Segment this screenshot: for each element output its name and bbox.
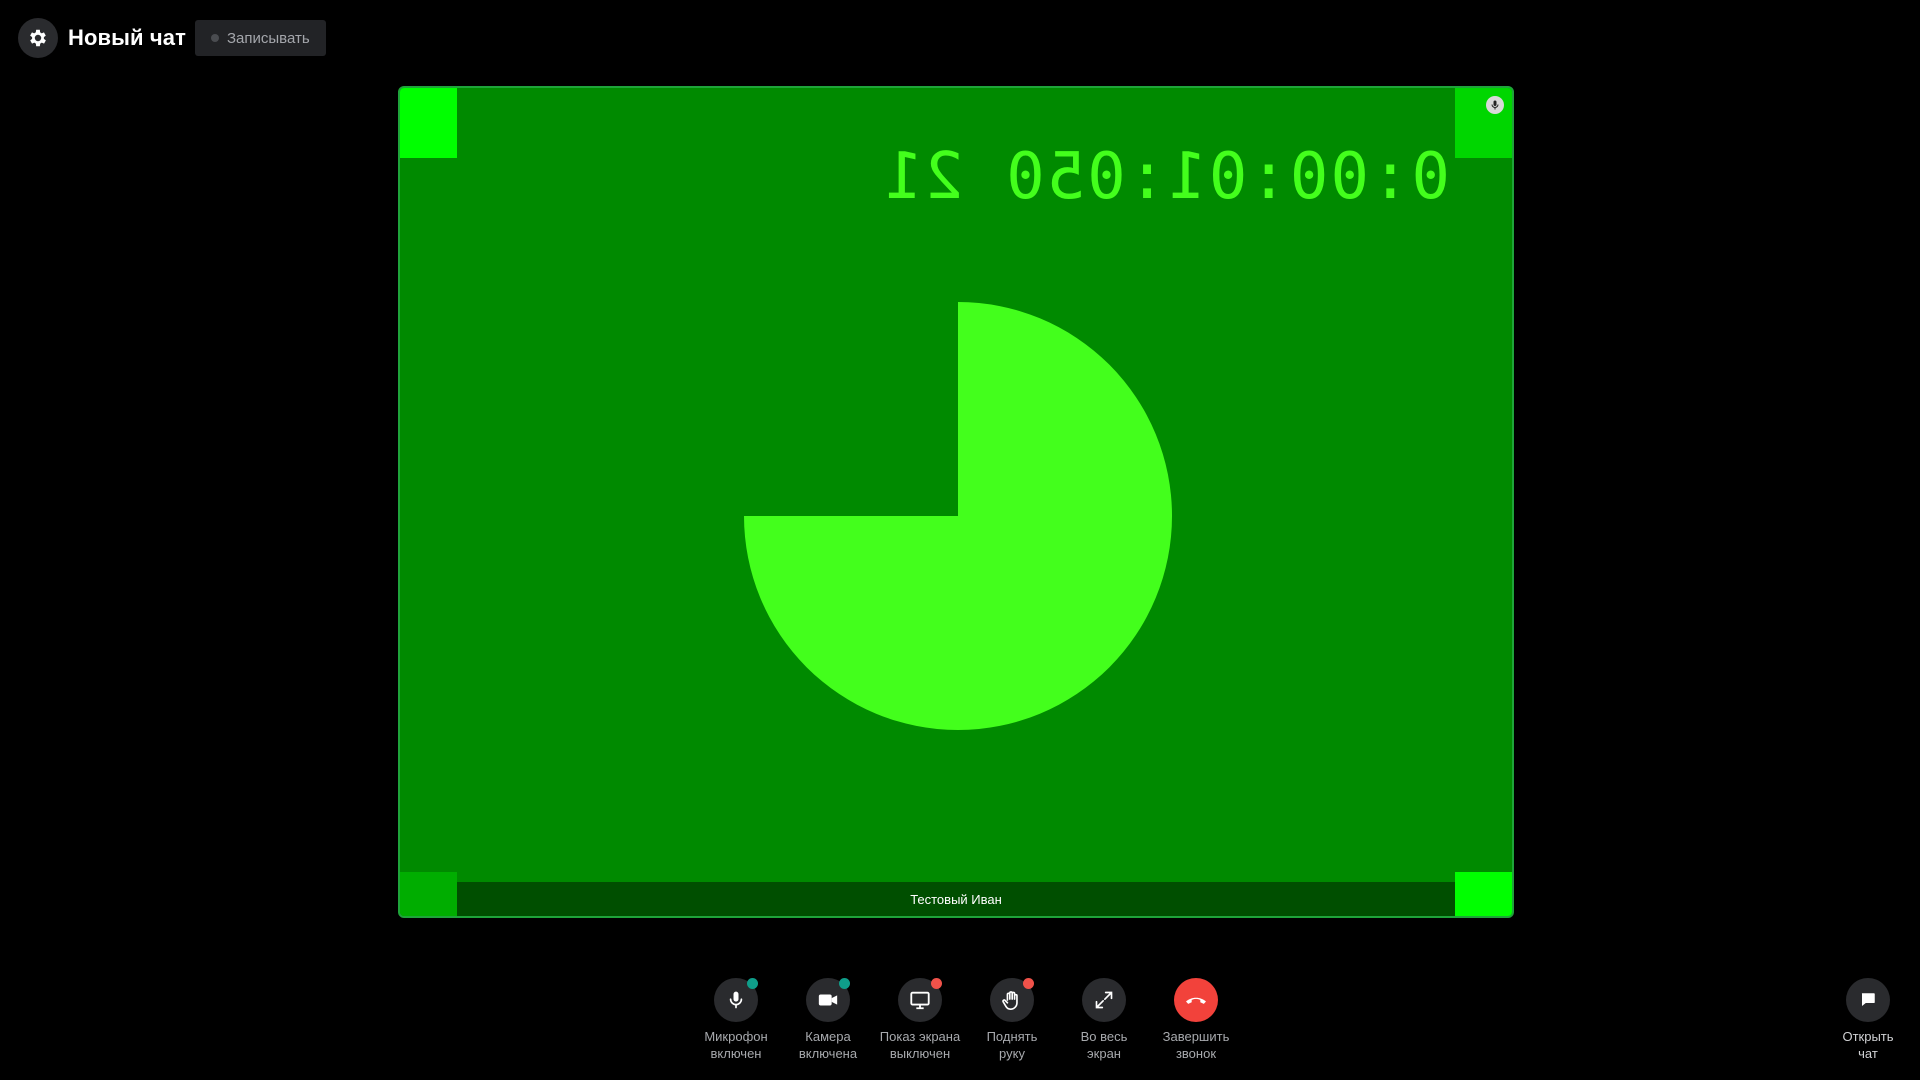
open-chat-circle[interactable] (1846, 978, 1890, 1022)
camera-icon (818, 994, 838, 1006)
camera-button-circle[interactable] (806, 978, 850, 1022)
status-badge (839, 978, 850, 989)
open-chat-button[interactable]: Открыть чат (1822, 978, 1914, 1062)
mic-toggle-button[interactable]: Микрофон включен (690, 978, 782, 1062)
fullscreen-circle[interactable] (1082, 978, 1126, 1022)
open-chat-label: Открыть чат (1842, 1029, 1894, 1061)
camera-label: Камера включена (798, 1029, 858, 1061)
hand-icon (1002, 991, 1018, 1010)
fullscreen-label: Во весь экран (1080, 1029, 1128, 1061)
status-badge (1023, 978, 1034, 989)
screen-share-label: Показ экрана выключен (879, 1029, 961, 1061)
microphone-icon (729, 991, 743, 1009)
mic-label: Микрофон включен (704, 1029, 768, 1061)
mic-button-circle[interactable] (714, 978, 758, 1022)
call-toolbar: Микрофон включен Камера включена Показ э (690, 978, 1242, 1062)
fullscreen-button[interactable]: Во весь экран (1058, 978, 1150, 1062)
pie-slice (744, 302, 1172, 730)
end-call-label: Завершить звонок (1162, 1029, 1230, 1061)
status-badge (747, 978, 758, 989)
settings-button[interactable] (18, 18, 58, 58)
raise-hand-button[interactable]: Поднять руку (966, 978, 1058, 1062)
end-call-button[interactable]: Завершить звонок (1150, 978, 1242, 1062)
record-button[interactable]: Записывать (194, 20, 326, 56)
screen-share-button[interactable]: Показ экрана выключен (874, 978, 966, 1062)
record-label: Записывать (226, 29, 310, 47)
raise-hand-circle[interactable] (990, 978, 1034, 1022)
header: Новый чат Записывать (18, 18, 326, 58)
expand-icon (1095, 991, 1113, 1009)
video-tile[interactable]: 0:00:01:050 21 Тестовый Иван (398, 86, 1514, 918)
screen-share-circle[interactable] (898, 978, 942, 1022)
raise-hand-label: Поднять руку (986, 1029, 1038, 1061)
chat-title: Новый чат (68, 25, 186, 50)
test-pattern-pie (744, 302, 1172, 730)
participant-name-bar: Тестовый Иван (457, 882, 1455, 916)
camera-toggle-button[interactable]: Камера включена (782, 978, 874, 1062)
gear-icon (30, 29, 46, 47)
chat-bubble-icon (1861, 993, 1875, 1006)
video-call-app: Новый чат Записывать 0:00:01:050 21 Тест… (0, 0, 1920, 1080)
phone-hangup-icon (1186, 997, 1206, 1004)
monitor-icon (910, 991, 930, 1010)
status-badge (931, 978, 942, 989)
mic-indicator-icon (1486, 96, 1504, 114)
end-call-circle[interactable] (1174, 978, 1218, 1022)
participant-name: Тестовый Иван (910, 891, 1002, 907)
record-dot-icon (210, 34, 219, 42)
